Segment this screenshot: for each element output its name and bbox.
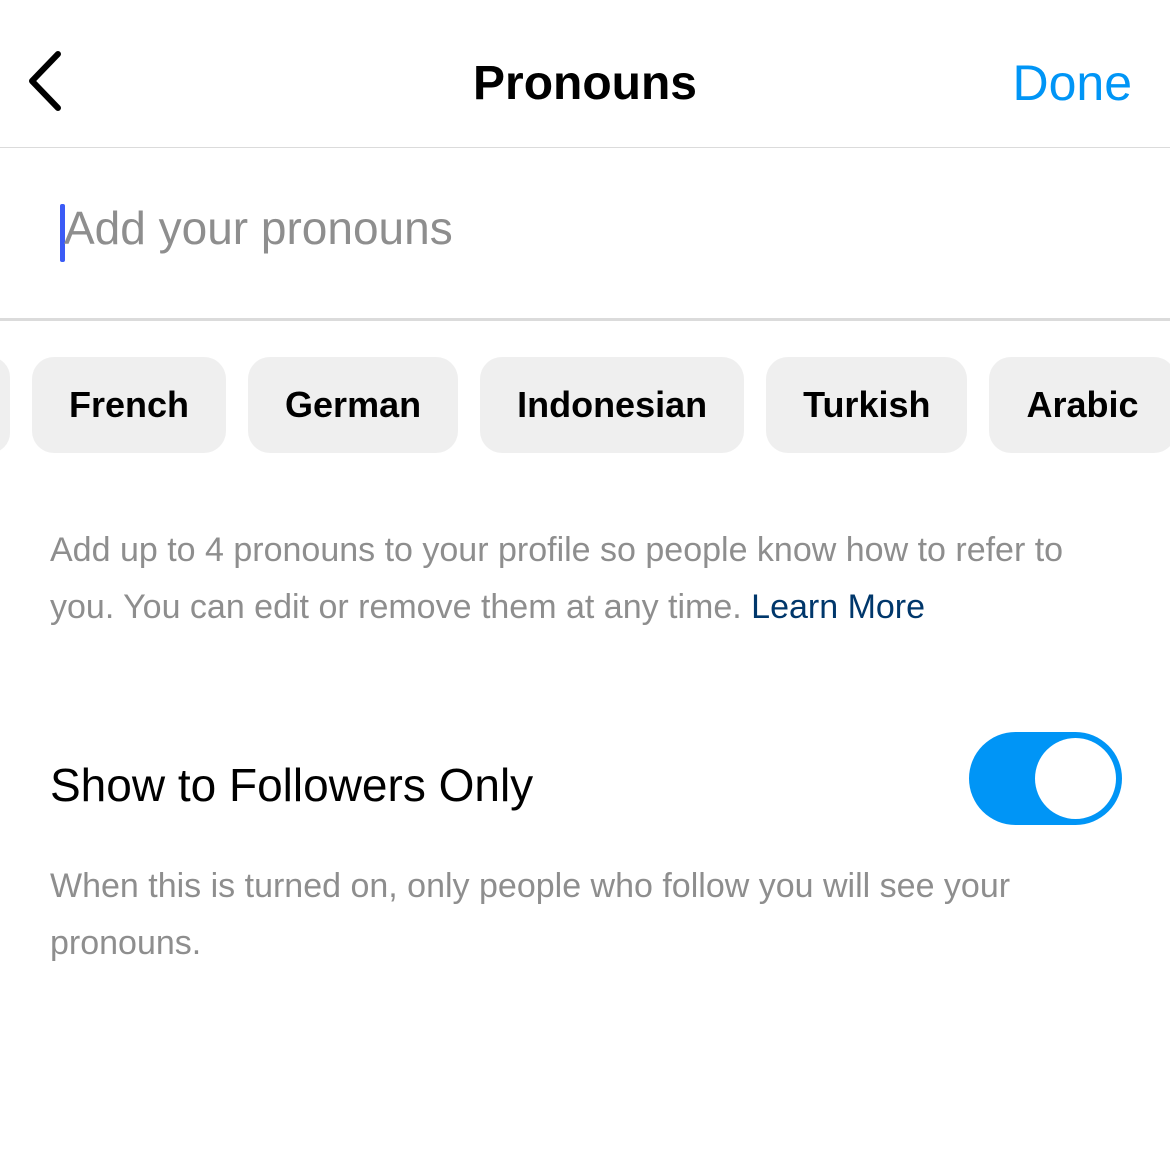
followers-only-toggle[interactable] bbox=[969, 732, 1122, 825]
language-chip-indonesian[interactable]: Indonesian bbox=[480, 357, 745, 453]
followers-only-label: Show to Followers Only bbox=[50, 759, 534, 811]
language-chip-partial[interactable] bbox=[0, 357, 10, 453]
language-chip-arabic[interactable]: Arabic bbox=[989, 357, 1170, 453]
pronouns-input[interactable] bbox=[62, 200, 1066, 256]
language-chip-german[interactable]: German bbox=[248, 357, 459, 453]
language-chips[interactable]: French German Indonesian Turkish Arabic bbox=[0, 357, 1170, 453]
header: Pronouns Done bbox=[0, 0, 1170, 148]
language-chip-french[interactable]: French bbox=[32, 357, 227, 453]
learn-more-link[interactable]: Learn More bbox=[751, 588, 925, 626]
followers-only-help: When this is turned on, only people who … bbox=[50, 867, 1011, 962]
pronouns-input-container bbox=[0, 148, 1170, 321]
page-title: Pronouns bbox=[473, 57, 697, 110]
language-chip-turkish[interactable]: Turkish bbox=[766, 357, 968, 453]
toggle-knob bbox=[1035, 738, 1116, 819]
pronouns-description: Add up to 4 pronouns to your profile so … bbox=[50, 522, 1130, 636]
done-button[interactable]: Done bbox=[1012, 54, 1132, 112]
